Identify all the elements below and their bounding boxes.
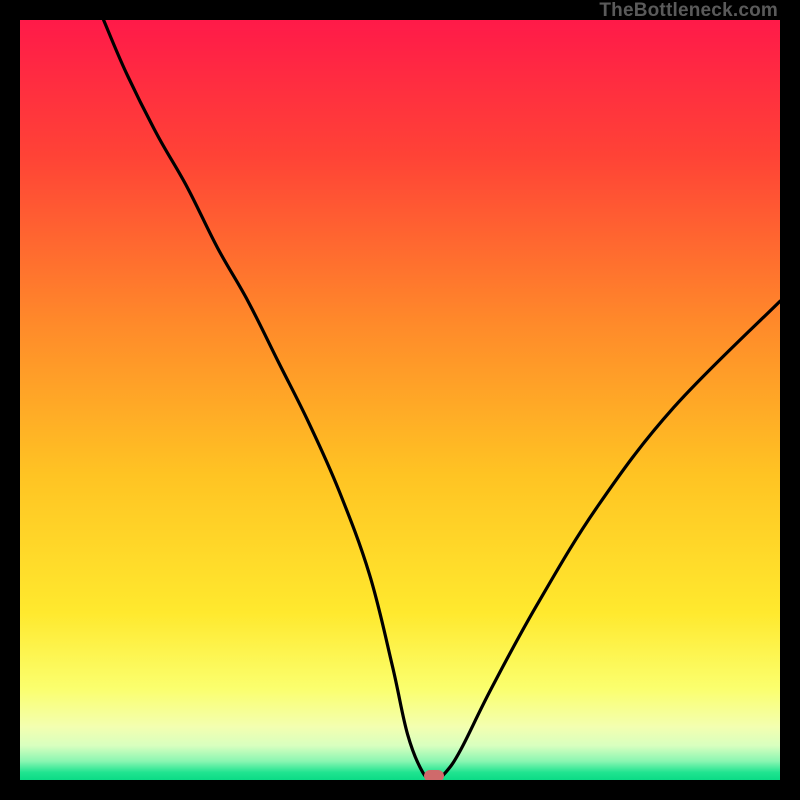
chart-frame: TheBottleneck.com	[0, 0, 800, 800]
bottleneck-curve	[20, 20, 780, 780]
watermark-text: TheBottleneck.com	[599, 0, 778, 22]
optimal-marker	[424, 770, 444, 780]
plot-area	[20, 20, 780, 780]
